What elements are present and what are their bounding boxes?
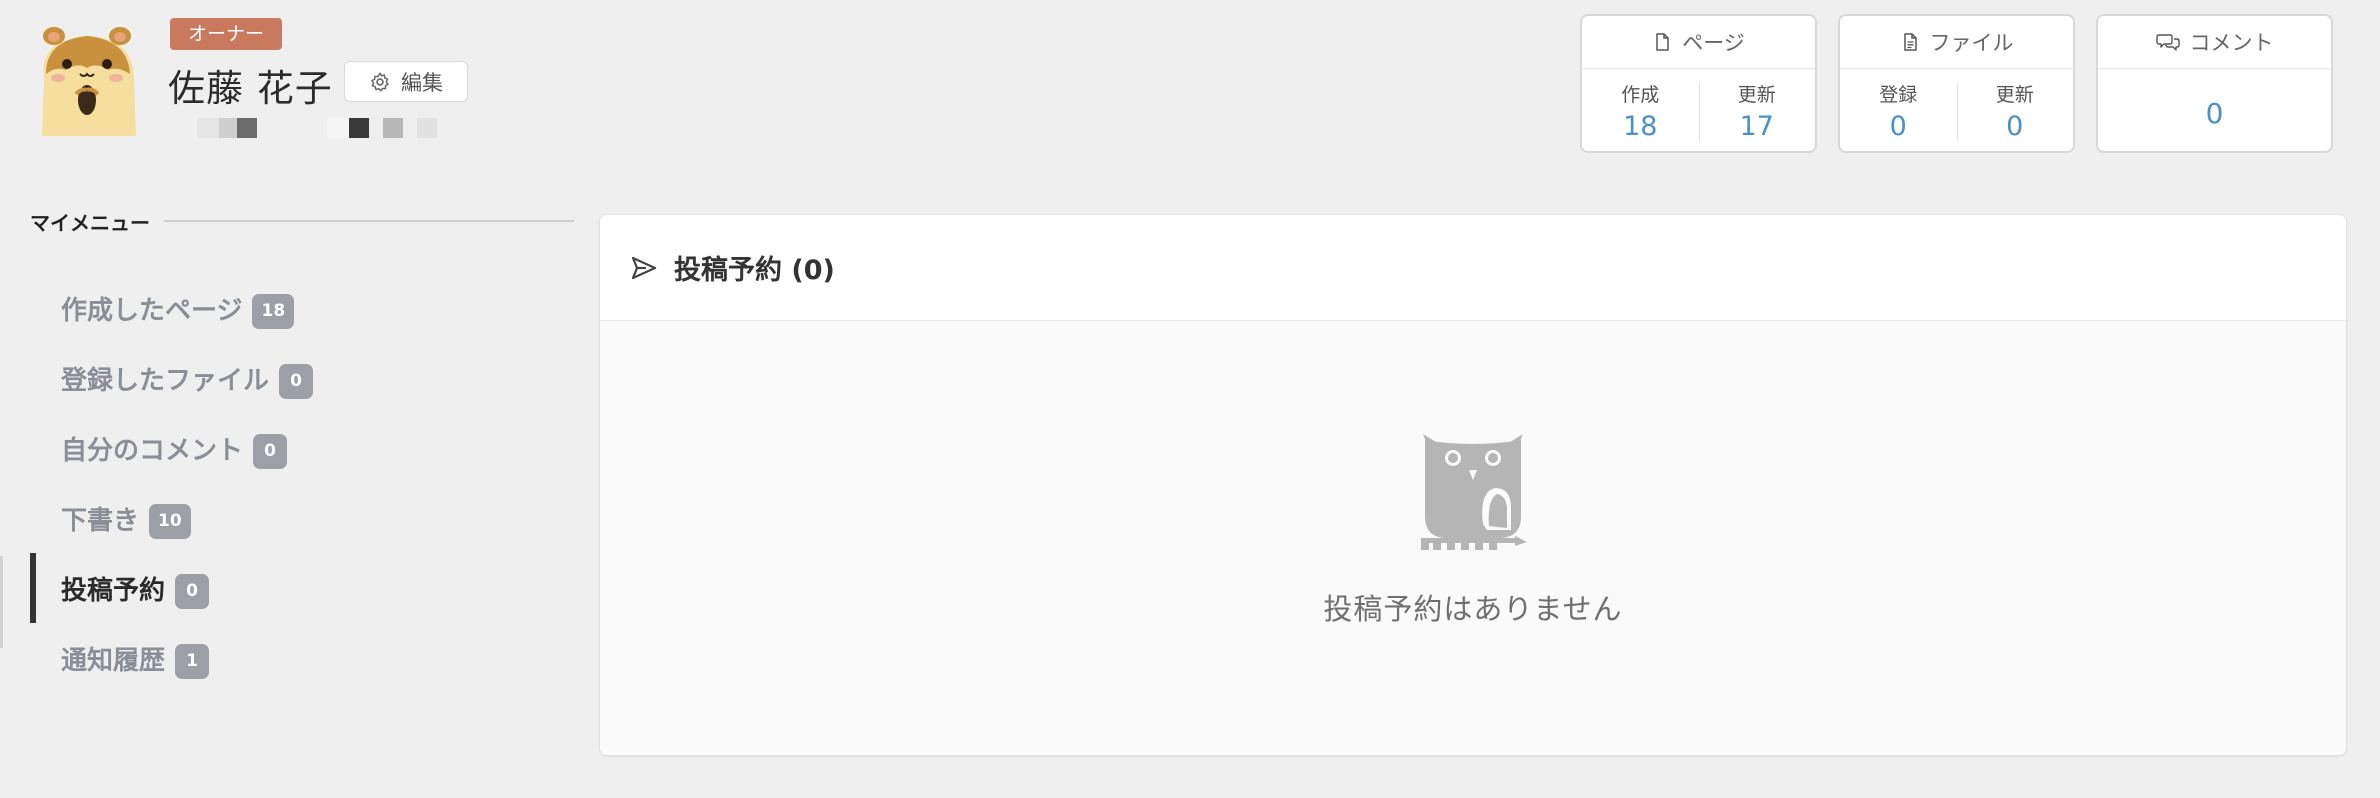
files-card-header: ファイル (1840, 16, 2073, 69)
sidebar-item-label: 登録したファイル (61, 365, 270, 396)
sidebar-item-label: 投稿予約 (61, 575, 166, 606)
sidebar-item-my-comments[interactable]: 自分のコメント 0 (30, 414, 530, 482)
sidebar-item-label: 下書き (61, 505, 140, 536)
pages-updated-value[interactable]: 17 (1740, 111, 1774, 142)
avatar (30, 18, 144, 136)
comments-card-header: コメント (2098, 16, 2331, 69)
sidebar-item-label: 自分のコメント (61, 435, 244, 466)
files-updated-value[interactable]: 0 (2006, 111, 2023, 142)
gear-icon (371, 72, 389, 92)
my-menu-heading: マイメニュー (30, 208, 574, 235)
panel-header: 投稿予約 (0) (600, 215, 2346, 321)
comment-icon (2155, 34, 2180, 51)
scheduled-posts-panel: 投稿予約 (0) 投稿予約はありません (599, 214, 2347, 756)
owl-mascot-icon (1421, 434, 1527, 550)
comments-card-title: コメント (2189, 31, 2274, 55)
hamster-avatar-icon (30, 18, 144, 136)
pages-created-cell[interactable]: 作成 18 (1582, 69, 1699, 151)
sidebar-item-label: 通知履歴 (61, 645, 166, 676)
pages-created-label: 作成 (1621, 84, 1660, 106)
count-badge: 0 (175, 573, 210, 609)
heading-divider (164, 220, 574, 222)
panel-title: 投稿予約 (0) (674, 255, 835, 286)
edit-profile-button[interactable]: 編集 (344, 61, 468, 102)
pages-created-value[interactable]: 18 (1623, 111, 1657, 142)
comments-cell[interactable]: 0 (2098, 69, 2331, 151)
files-card-title: ファイル (1929, 31, 2014, 55)
file-icon (1903, 33, 1917, 51)
files-updated-label: 更新 (1995, 84, 2034, 106)
files-updated-cell[interactable]: 更新 0 (1956, 69, 2074, 151)
user-name: 佐藤 花子 (168, 67, 333, 110)
count-badge: 0 (279, 363, 314, 399)
empty-state: 投稿予約はありません (600, 430, 2346, 628)
count-badge: 10 (149, 503, 191, 539)
files-stat-card: ファイル 登録 0 更新 0 (1838, 14, 2075, 153)
sidebar-item-scheduled-posts[interactable]: 投稿予約 0 (30, 554, 530, 622)
pages-updated-cell[interactable]: 更新 17 (1698, 69, 1816, 151)
edit-label: 編集 (401, 70, 443, 95)
count-badge: 18 (252, 293, 295, 329)
pages-updated-label: 更新 (1737, 84, 1776, 106)
page-icon (1656, 33, 1669, 51)
sidebar-item-created-pages[interactable]: 作成したページ 18 (30, 274, 530, 342)
sidebar-item-drafts[interactable]: 下書き 10 (30, 484, 530, 552)
comments-stat-card: コメント 0 (2096, 14, 2333, 153)
empty-message: 投稿予約はありません (1323, 592, 1623, 626)
sidebar-item-label: 作成したページ (61, 295, 243, 326)
files-registered-label: 登録 (1879, 84, 1918, 106)
sidebar-item-registered-files[interactable]: 登録したファイル 0 (30, 344, 530, 412)
files-registered-cell[interactable]: 登録 0 (1840, 69, 1957, 151)
pages-stat-card: ページ 作成 18 更新 17 (1580, 14, 1817, 153)
pages-card-title: ページ (1682, 31, 1745, 55)
my-menu-heading-label: マイメニュー (30, 210, 150, 235)
owner-badge: オーナー (170, 18, 283, 50)
comments-value[interactable]: 0 (2206, 97, 2224, 130)
count-badge: 1 (175, 643, 210, 679)
blurred-profile-info (175, 118, 437, 138)
sidebar-item-notification-history[interactable]: 通知履歴 1 (30, 624, 530, 692)
count-badge: 0 (253, 433, 288, 469)
pages-card-header: ページ (1582, 16, 1815, 69)
scroll-edge (0, 556, 3, 648)
files-registered-value[interactable]: 0 (1890, 111, 1907, 142)
send-icon (631, 256, 657, 279)
